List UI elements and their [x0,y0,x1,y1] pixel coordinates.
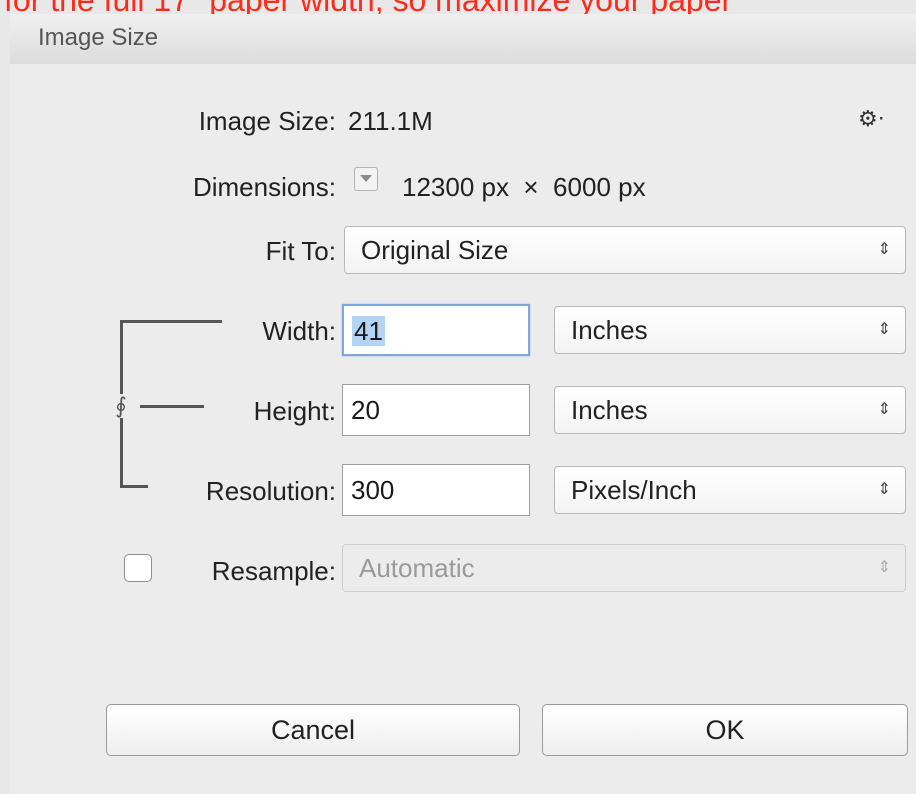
resample-select: Automatic ⇕ [342,544,906,592]
bracket-bottom [120,485,148,488]
resample-checkbox[interactable] [124,554,152,582]
gear-icon[interactable]: ⚙⋅ [858,106,885,132]
dimensions-dropdown-arrow-icon[interactable] [354,167,378,191]
width-unit-select[interactable]: Inches ⇕ [554,306,906,354]
image-size-value: 211.1M [348,106,433,136]
height-value: 20 [351,395,380,425]
fit-to-value: Original Size [361,235,509,265]
width-label: Width: [262,316,336,346]
ok-button[interactable]: OK [542,704,908,756]
width-value: 41 [352,316,385,346]
window-title: Image Size [38,24,159,51]
dimensions-value: 12300 px × 6000 px [402,172,646,202]
fit-to-label: Fit To: [265,236,336,266]
resample-label: Resample: [211,556,336,586]
height-label: Height: [253,396,336,426]
resolution-label: Resolution: [205,476,336,506]
resolution-input[interactable]: 300 [342,464,530,516]
banner-text: for the full 17" paper width, so maximiz… [0,0,916,14]
chevron-updown-icon: ⇕ [877,241,891,258]
image-size-dialog: Image Size: 211.1M ⚙⋅ Dimensions: 12300 … [10,64,916,794]
height-unit-select[interactable]: Inches ⇕ [554,386,906,434]
resolution-unit-select[interactable]: Pixels/Inch ⇕ [554,466,906,514]
image-size-label: Image Size: [198,106,336,136]
height-input[interactable]: 20 [342,384,530,436]
width-input[interactable]: 41 [342,304,530,356]
resolution-unit-value: Pixels/Inch [571,475,697,505]
fit-to-select[interactable]: Original Size ⇕ [344,226,906,274]
width-unit-value: Inches [571,315,648,345]
chevron-updown-icon: ⇕ [877,559,891,576]
title-bar: Image Size [10,14,916,65]
chevron-updown-icon: ⇕ [877,401,891,418]
dimensions-label: Dimensions: [192,172,336,202]
height-unit-value: Inches [571,395,648,425]
cancel-button[interactable]: Cancel [106,704,520,756]
chevron-updown-icon: ⇕ [877,321,891,338]
resample-value: Automatic [359,553,475,583]
resolution-value: 300 [351,475,395,505]
link-icon[interactable]: ∮ [112,394,130,418]
chevron-updown-icon: ⇕ [877,481,891,498]
